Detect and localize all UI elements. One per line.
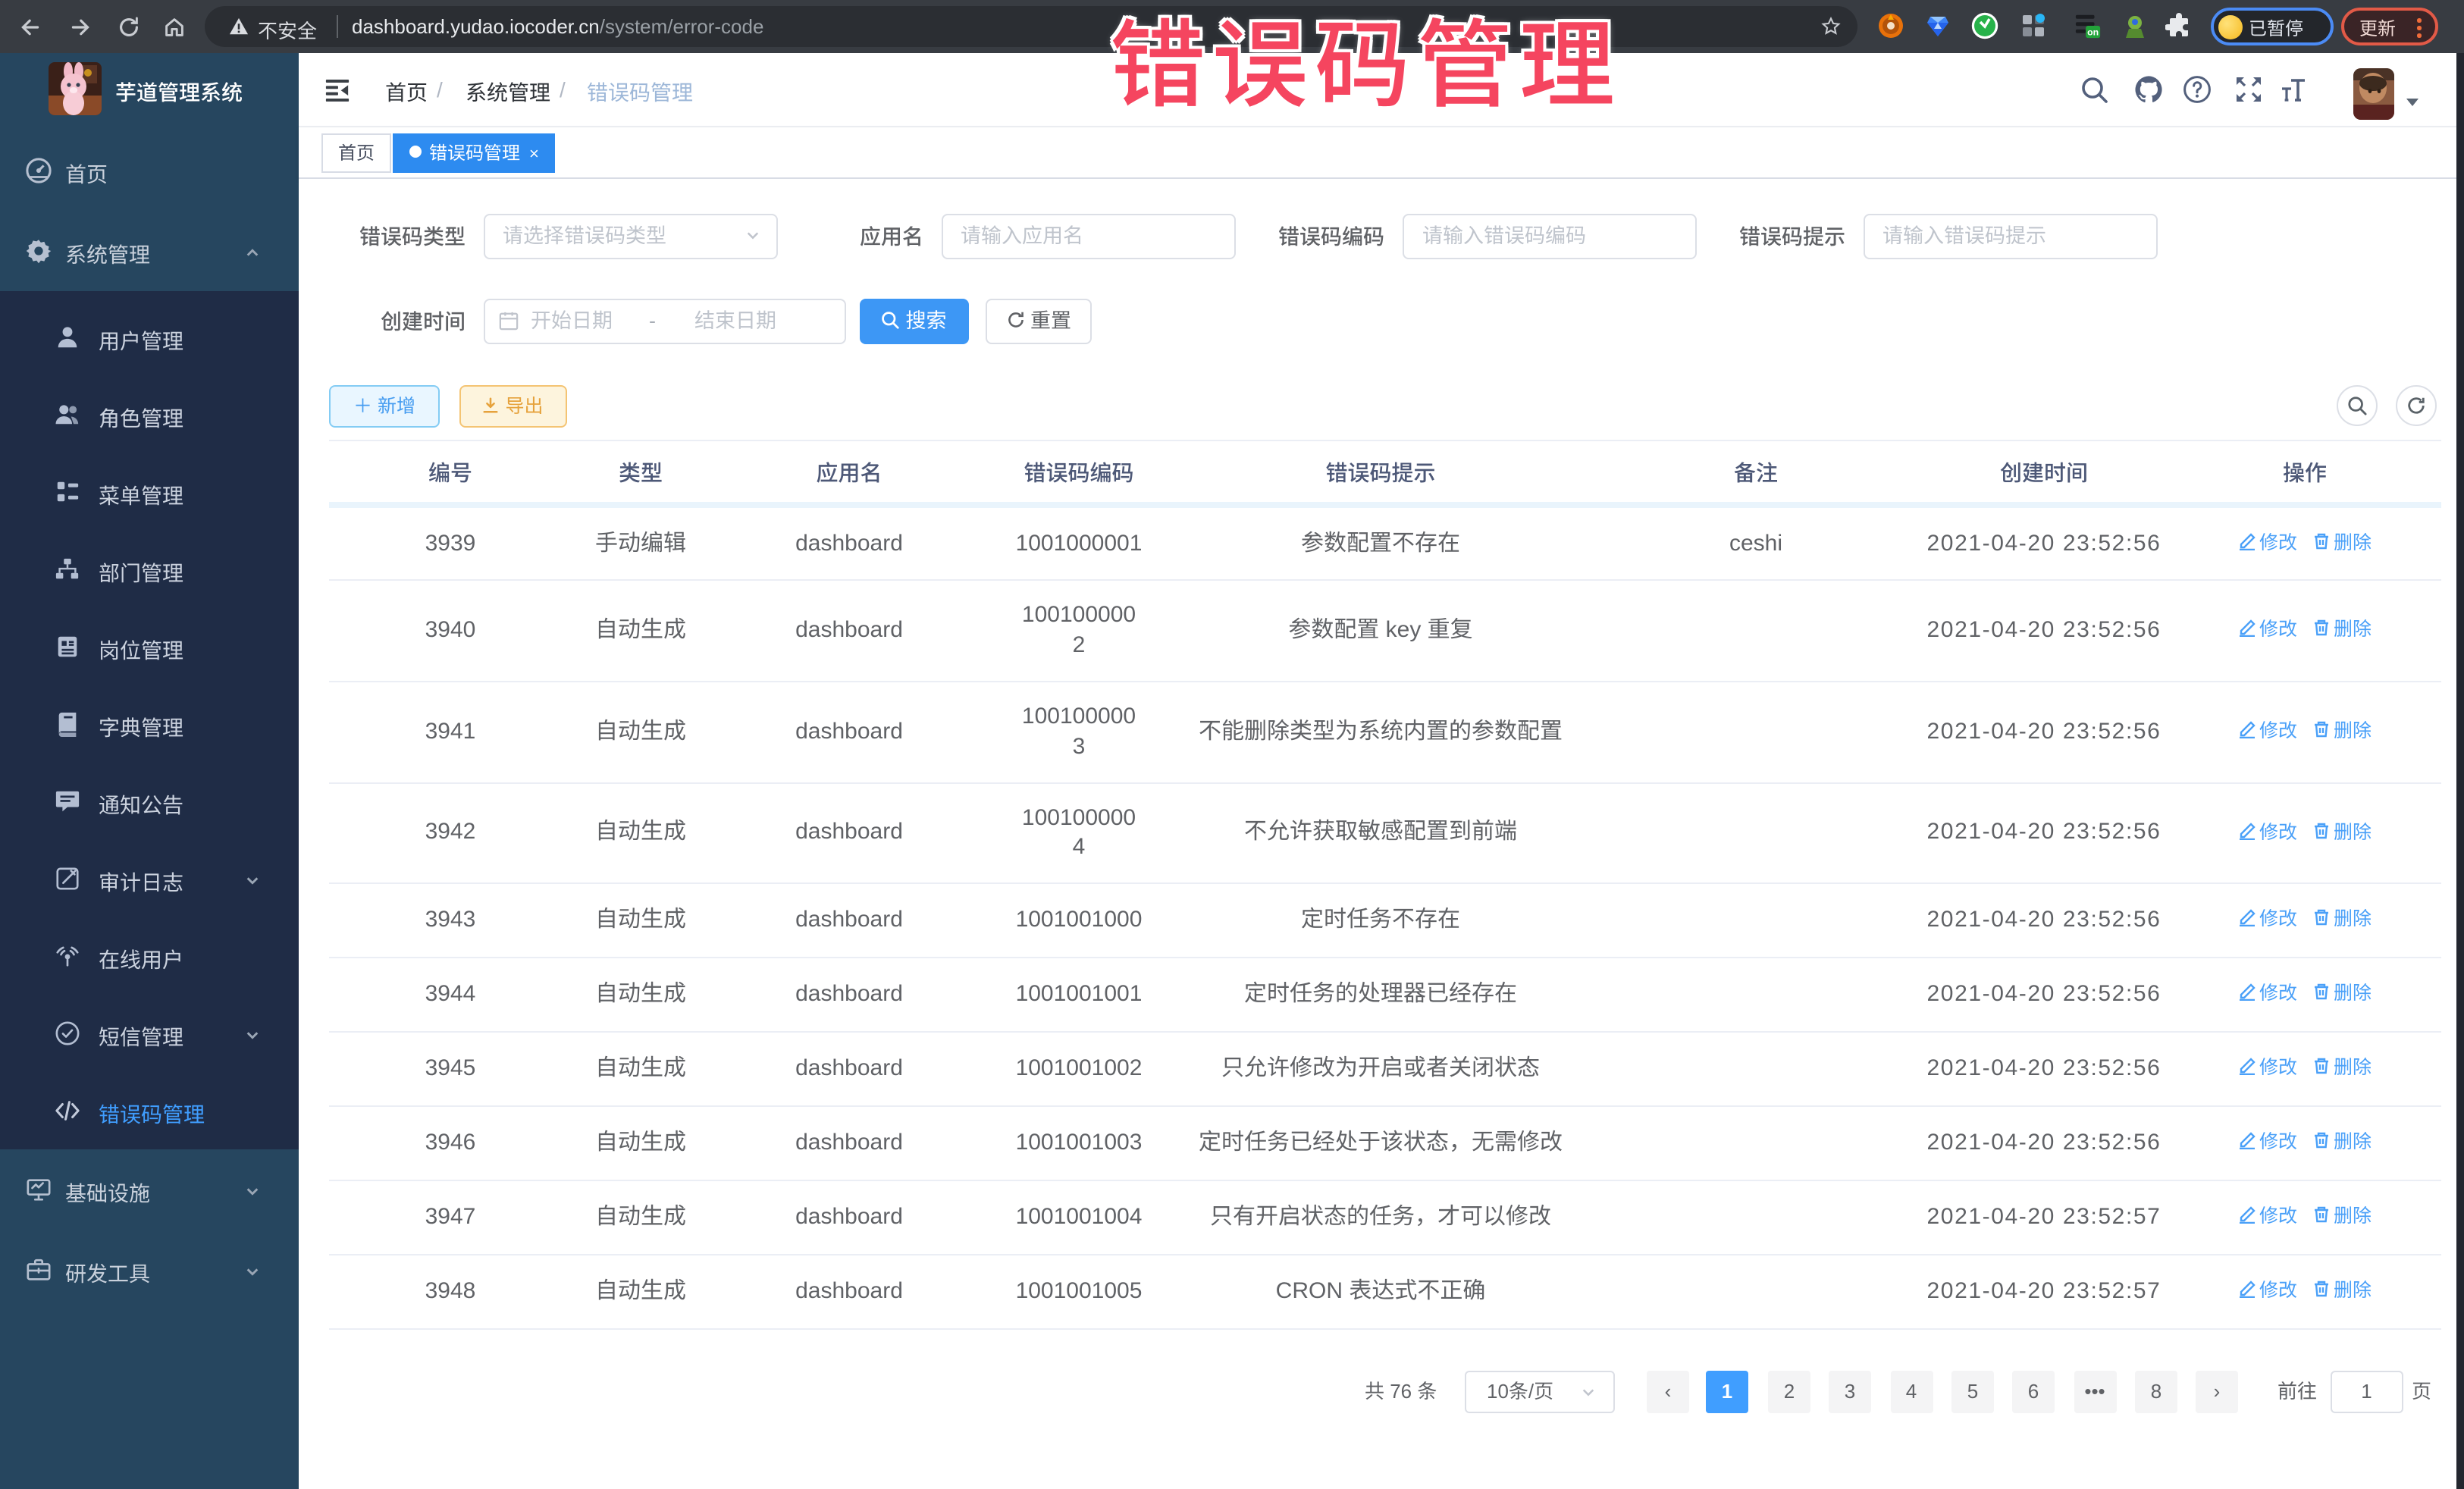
svg-text:on: on: [2087, 27, 2099, 37]
